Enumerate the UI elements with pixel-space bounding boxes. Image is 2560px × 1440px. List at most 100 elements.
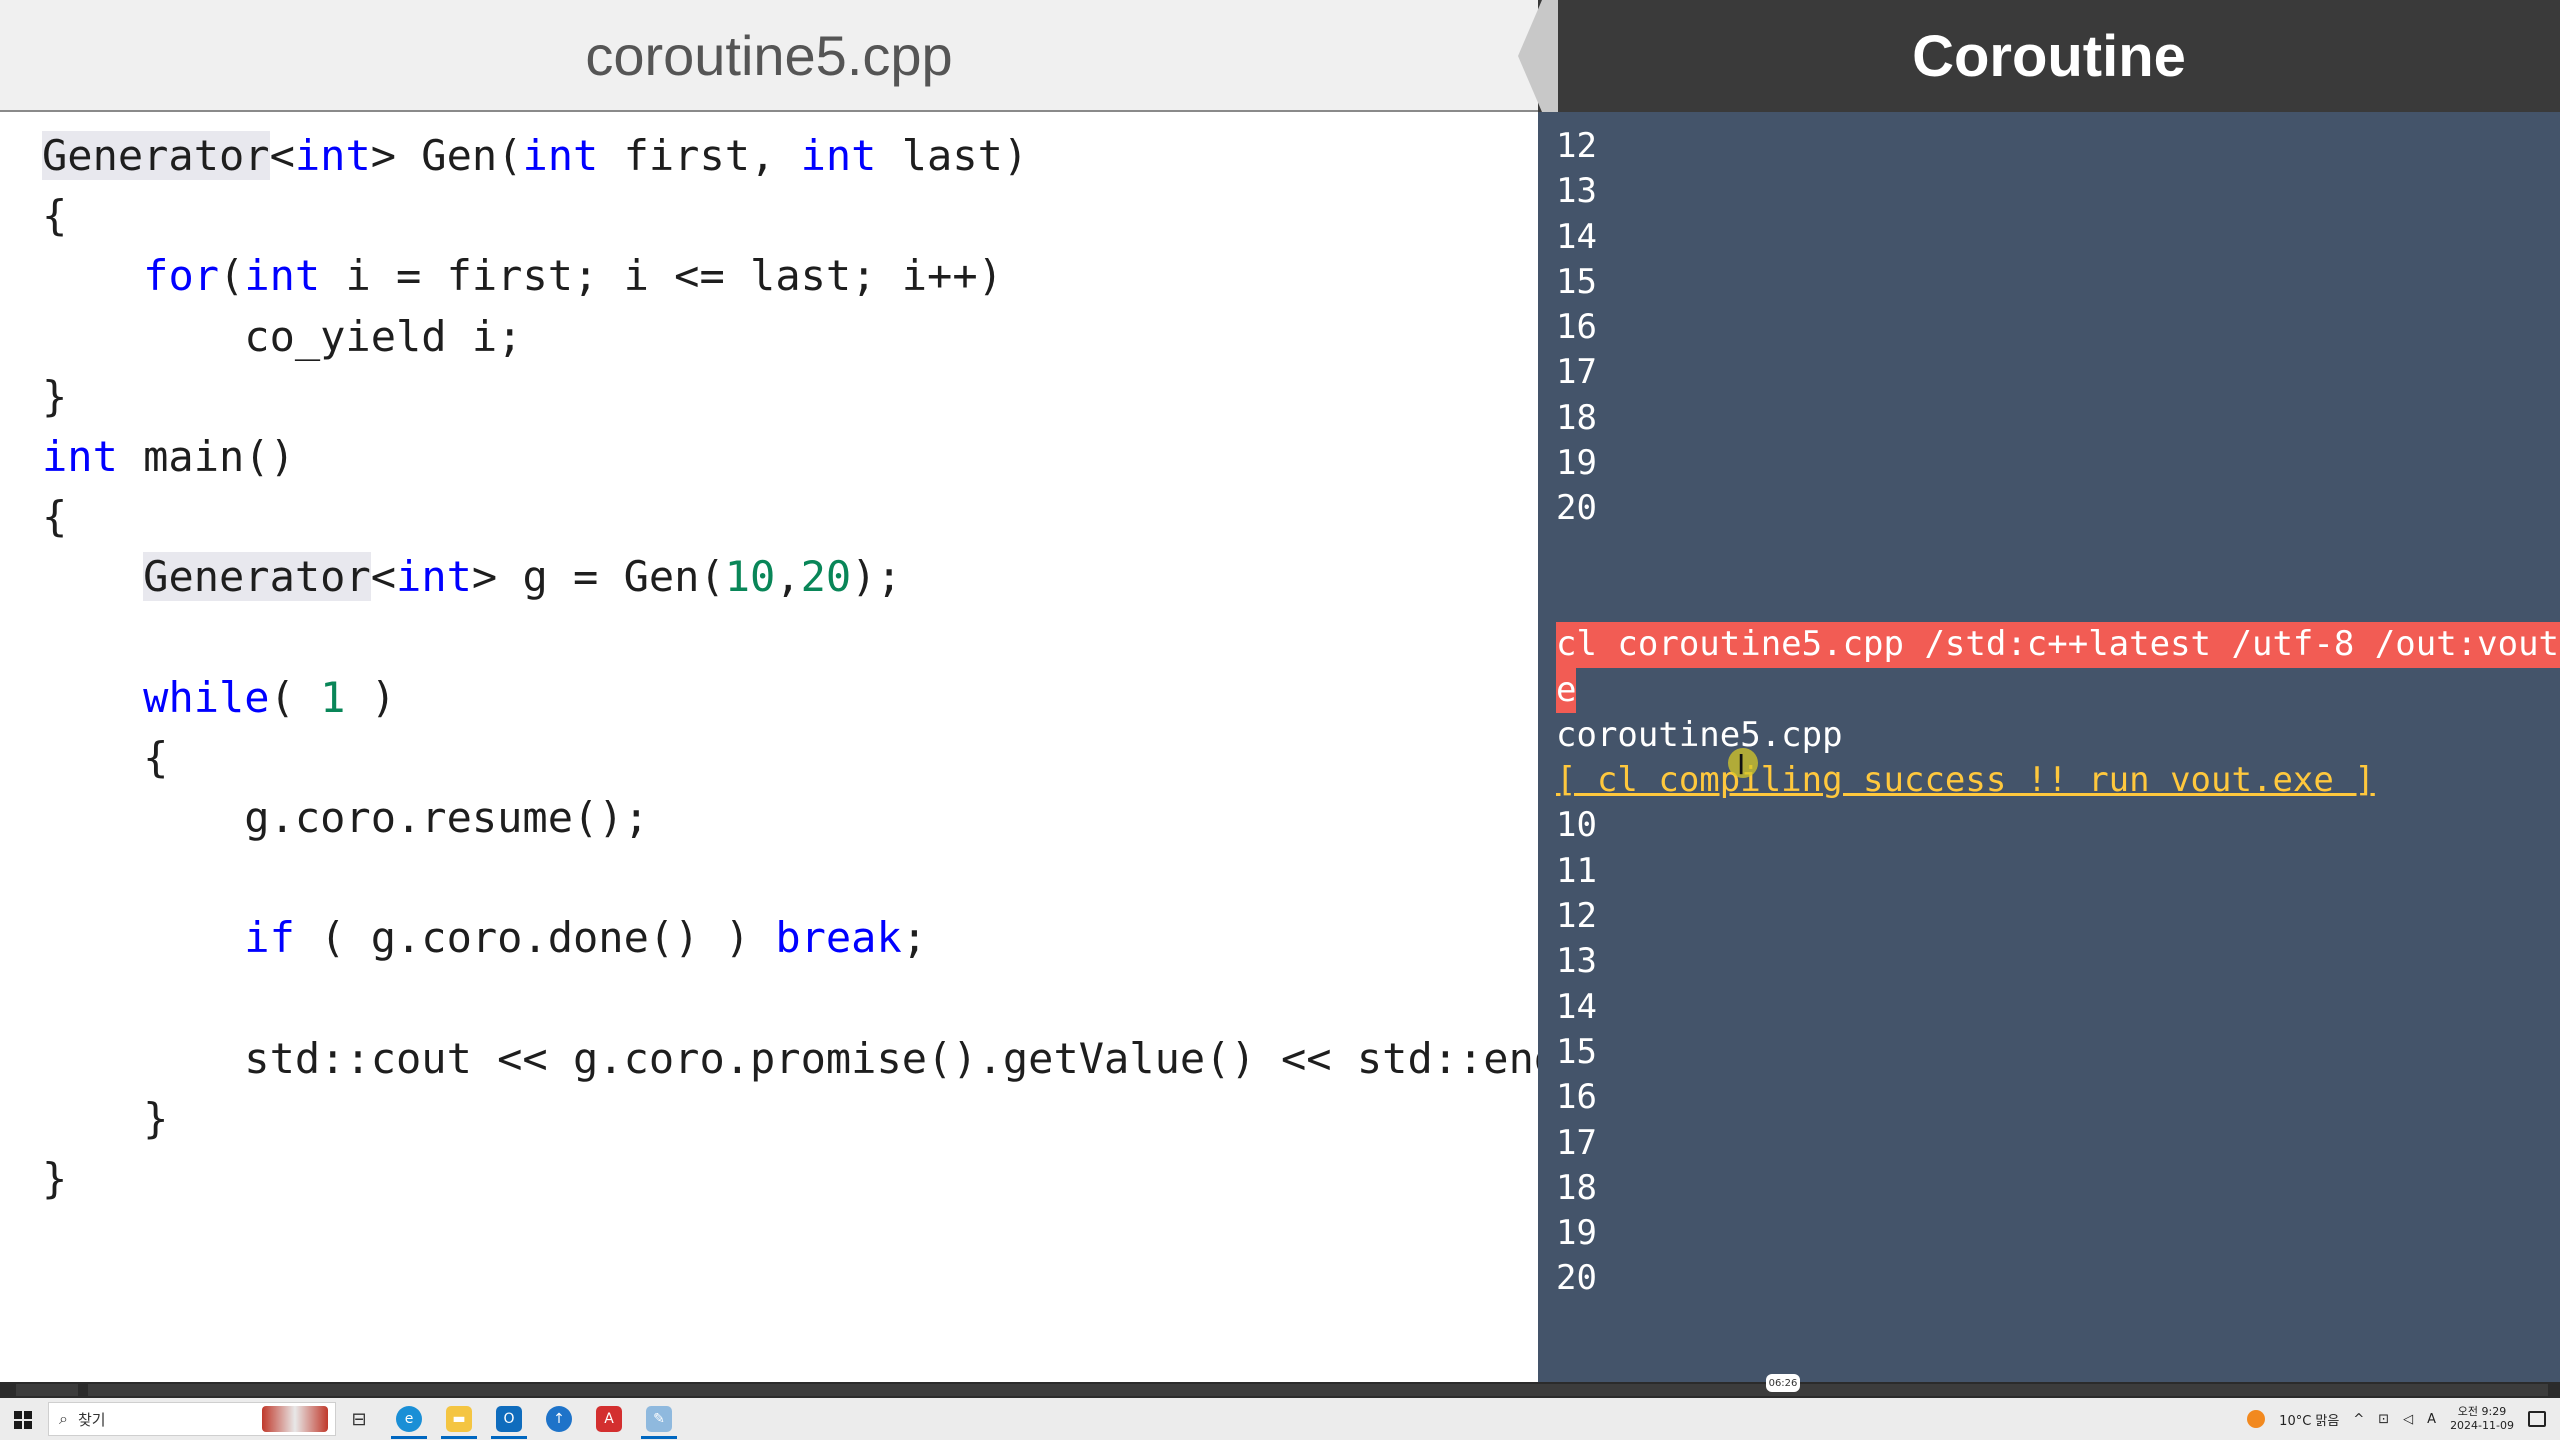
weather-icon[interactable]: [2247, 1410, 2266, 1428]
clock-date: 2024-11-09: [2450, 1419, 2514, 1432]
text-cursor-icon: I: [1737, 748, 1746, 781]
code-line: g.coro.resume();: [42, 788, 1610, 848]
network-icon[interactable]: ⊡: [2378, 1412, 2389, 1427]
code-line: for(int i = first; i <= last; i++): [42, 246, 1610, 306]
output-line: 20: [1556, 1258, 1597, 1299]
notification-icon[interactable]: [2528, 1411, 2546, 1427]
highlighted-token: Generator: [42, 131, 270, 180]
code-editor-pane: coroutine5.cpp Generator<int> Gen(int fi…: [0, 0, 1610, 1386]
active-app-indicator: [641, 1436, 677, 1439]
chevron-up-icon[interactable]: ^: [2353, 1412, 2364, 1427]
code-token: ): [345, 672, 397, 722]
console-title: Coroutine: [1912, 23, 2186, 89]
code-token: }: [42, 371, 68, 421]
pdf-reader-icon[interactable]: A: [596, 1406, 622, 1432]
code-line: }: [42, 1089, 1610, 1149]
code-token: > g = Gen(: [471, 552, 725, 602]
console-title-bar: Coroutine: [1538, 0, 2560, 112]
console-pane: Coroutine 12 13 14 15 16 17 18 19 20 cl coroutin…: [1538, 0, 2560, 1386]
code-token: }: [42, 1154, 68, 1204]
output-line: 20: [1556, 488, 1597, 529]
code-token: (: [269, 672, 321, 722]
text-editor-icon[interactable]: ✎: [646, 1406, 672, 1432]
code-token: ( g.coro.done() ): [294, 913, 776, 963]
command-line-wrap: e: [1556, 667, 2556, 713]
code-token: > Gen(: [370, 131, 523, 180]
code-line: int main(): [42, 427, 1610, 487]
output-line: 19: [1556, 443, 1597, 484]
code-line: {: [42, 728, 1610, 788]
file-explorer-icon[interactable]: ▬: [446, 1406, 472, 1432]
keyword-token: int: [800, 131, 877, 180]
code-line: while( 1 ): [42, 668, 1610, 728]
output-line: 15: [1556, 261, 1597, 302]
code-token: co_yield i;: [42, 311, 523, 361]
console-output[interactable]: 12 13 14 15 16 17 18 19 20 cl coroutine5.cpp /st…: [1556, 124, 2560, 1302]
keyword-token: int: [522, 131, 599, 180]
clock[interactable]: 오전 9:29 2024-11-09: [2450, 1405, 2514, 1433]
code-token: <: [370, 552, 397, 602]
keyword-token: int: [396, 552, 472, 602]
keyword-token: int: [294, 131, 371, 180]
app-icon[interactable]: ↑: [546, 1406, 572, 1432]
command-line: cl coroutine5.cpp /std:c++latest /utf-8 …: [1556, 622, 2560, 668]
output-line: 18: [1556, 1167, 1597, 1208]
code-token: std::cout << g.coro.promise().getValue()…: [42, 1033, 1610, 1083]
output-line: 17: [1556, 1122, 1597, 1163]
highlighted-token: Generator: [143, 552, 371, 602]
previous-output-block: 12 13 14 15 16 17 18 19 20: [1556, 124, 2556, 532]
output-line: 14: [1556, 986, 1597, 1027]
code-token: <: [269, 131, 295, 180]
output-line: 12: [1556, 896, 1597, 937]
number-token: 1: [320, 672, 346, 722]
windows-start-icon[interactable]: [14, 1411, 32, 1429]
code-line: }: [42, 1149, 1610, 1209]
code-token: i = first; i <= last; i++): [320, 251, 1003, 301]
keyword-token: while: [143, 672, 270, 722]
editor-title-bar: coroutine5.cpp: [0, 0, 1538, 112]
output-line: 12: [1556, 126, 1597, 166]
outlook-icon[interactable]: O: [496, 1406, 522, 1432]
code-token: {: [42, 492, 68, 542]
task-view-icon[interactable]: ⊟: [346, 1406, 372, 1432]
progress-track[interactable]: [88, 1384, 2548, 1396]
active-app-indicator: [491, 1436, 527, 1439]
search-placeholder: 찾기: [77, 1410, 106, 1429]
code-token: {: [42, 732, 169, 782]
output-line: 15: [1556, 1031, 1597, 1072]
code-token: g.coro.resume();: [42, 793, 649, 843]
windows-taskbar: ⌕ 찾기 ⊟ e ▬ O ↑ A ✎ 10°C 맑음 ^ ⊡ ◁ A 오전 9:…: [0, 1398, 2560, 1440]
code-line: std::cout << g.coro.promise().getValue()…: [42, 1029, 1610, 1089]
code-token: }: [42, 1094, 169, 1143]
ime-indicator[interactable]: A: [2427, 1412, 2436, 1427]
code-token: );: [851, 552, 902, 602]
volume-icon[interactable]: ◁: [2403, 1412, 2413, 1427]
compiled-file-line: coroutine5.cpp: [1556, 714, 1843, 755]
edge-browser-icon[interactable]: e: [396, 1406, 422, 1432]
code-token: first,: [598, 131, 801, 180]
play-control[interactable]: [16, 1384, 78, 1396]
keyword-token: break: [775, 913, 902, 963]
output-line: 16: [1556, 1077, 1597, 1118]
code-line: co_yield i;: [42, 307, 1610, 367]
keyword-token: int: [244, 251, 321, 301]
code-area[interactable]: Generator<int> Gen(int first, int last){…: [42, 126, 1610, 1209]
code-line: if ( g.coro.done() ) break;: [42, 908, 1610, 968]
code-line: {: [42, 487, 1610, 547]
code-token: ,: [775, 552, 801, 602]
active-app-indicator: [391, 1436, 427, 1439]
command-text: cl coroutine5.cpp /std:c++latest /utf-8 …: [1556, 622, 2560, 668]
code-token: (: [219, 251, 245, 301]
compile-success-message: [ cl compiling success !! run vout.exe ]: [1556, 760, 2375, 801]
clock-time: 오전 9:29: [2457, 1405, 2507, 1418]
output-line: 13: [1556, 941, 1597, 982]
output-line: 19: [1556, 1213, 1597, 1254]
weather-text[interactable]: 10°C 맑음: [2279, 1410, 2339, 1429]
code-line: Generator<int> g = Gen(10,20);: [42, 547, 1610, 607]
